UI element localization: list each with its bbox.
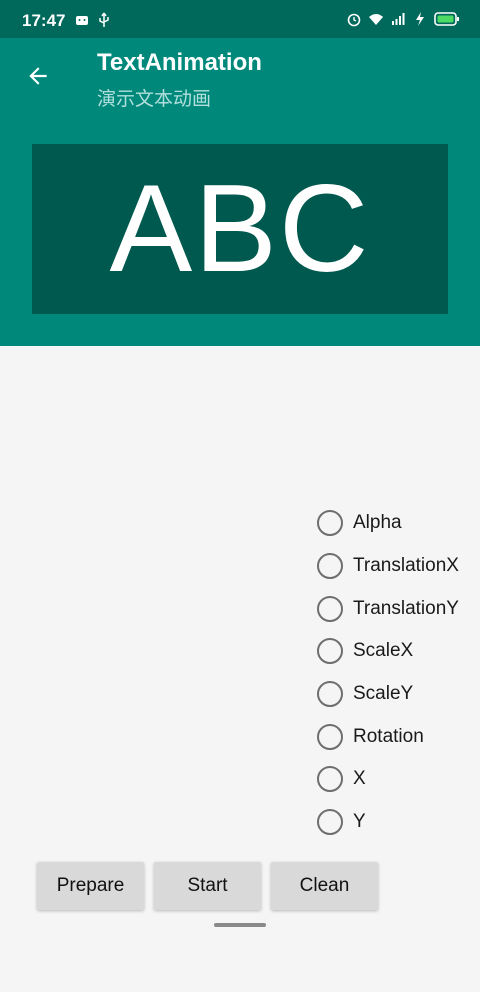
prepare-button[interactable]: Prepare: [37, 862, 144, 910]
radio-label: ScaleX: [353, 640, 414, 662]
radio-label: Rotation: [353, 725, 424, 747]
radio-rotation[interactable]: Rotation: [317, 715, 459, 758]
battery-icon: [434, 12, 459, 26]
radio-label: Alpha: [353, 512, 402, 534]
radio-translation-y[interactable]: TranslationY: [317, 587, 459, 630]
radio-scale-x[interactable]: ScaleX: [317, 630, 459, 673]
usb-icon: [99, 12, 109, 27]
status-right-icons: [346, 11, 460, 27]
wifi-icon: [369, 14, 383, 25]
status-bar: 17:47: [0, 0, 480, 38]
animated-text: ABC: [109, 160, 371, 298]
radio-button-icon[interactable]: [317, 638, 343, 665]
content-area: Alpha TranslationX TranslationY ScaleX S…: [0, 346, 480, 992]
charging-icon: [416, 12, 424, 26]
android-icon: [76, 16, 88, 25]
radio-translation-x[interactable]: TranslationX: [317, 545, 459, 588]
app-bar: TextAnimation 演示文本动画: [0, 38, 480, 116]
animated-text-box: ABC: [32, 144, 448, 314]
gesture-nav-handle[interactable]: [214, 923, 266, 927]
arrow-back-icon: [29, 67, 47, 85]
action-button-row: Prepare Start Clean: [37, 862, 378, 910]
app-subtitle: 演示文本动画: [97, 89, 212, 110]
radio-label: TranslationX: [353, 555, 459, 577]
radio-button-icon[interactable]: [317, 595, 343, 622]
clean-button[interactable]: Clean: [271, 862, 378, 910]
signal-4g-icon: [392, 13, 405, 25]
radio-button-icon[interactable]: [317, 510, 343, 537]
radio-button-icon[interactable]: [317, 723, 343, 750]
radio-button-icon[interactable]: [317, 681, 343, 708]
radio-label: Y: [353, 811, 366, 833]
radio-label: ScaleY: [353, 683, 414, 705]
status-left-icons: [74, 12, 112, 28]
animation-type-radio-group: Alpha TranslationX TranslationY ScaleX S…: [317, 502, 459, 844]
radio-label: TranslationY: [353, 597, 459, 619]
radio-button-icon[interactable]: [317, 766, 343, 793]
radio-y[interactable]: Y: [317, 801, 459, 844]
radio-label: X: [353, 768, 366, 790]
back-button[interactable]: [20, 58, 56, 94]
radio-scale-y[interactable]: ScaleY: [317, 673, 459, 716]
hero-section: ABC: [0, 116, 480, 346]
radio-button-icon[interactable]: [317, 553, 343, 580]
radio-alpha[interactable]: Alpha: [317, 502, 459, 545]
alarm-icon: [347, 13, 361, 27]
radio-x[interactable]: X: [317, 758, 459, 801]
app-title: TextAnimation: [97, 49, 262, 76]
radio-button-icon[interactable]: [317, 809, 343, 836]
start-button[interactable]: Start: [154, 862, 261, 910]
status-time: 17:47: [22, 11, 66, 30]
